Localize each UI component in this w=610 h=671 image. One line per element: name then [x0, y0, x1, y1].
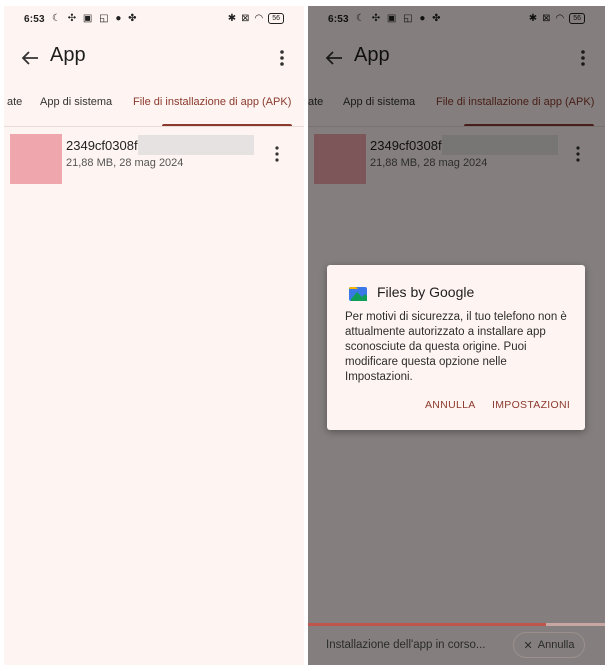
- tab-divider: [4, 126, 304, 127]
- install-status-text: Installazione dell'app in corso...: [326, 639, 486, 651]
- app-bar: App: [4, 36, 304, 86]
- cancel-button[interactable]: ANNULLA: [425, 399, 476, 411]
- cancel-install-button[interactable]: ✕ Annulla: [513, 632, 585, 658]
- file-meta: 21,88 MB, 28 mag 2024: [66, 157, 184, 169]
- screen-app-list: 6:53 ☾ ✣ ▣ ◱ ● ✤ ✱ ⊠ ◠ 56 App ate App di…: [4, 6, 304, 665]
- status-notification-icons: ☾ ✣ ▣ ◱ ● ✤: [52, 13, 139, 24]
- file-list-item[interactable]: 2349cf0308fl 21,88 MB, 28 mag 2024: [4, 132, 304, 188]
- mute-icon: ⊠: [241, 13, 250, 24]
- close-icon: ✕: [523, 639, 533, 652]
- tab-system-apps[interactable]: App di sistema: [40, 96, 112, 108]
- install-progress-bar: [308, 623, 546, 626]
- files-by-google-icon: [349, 287, 367, 301]
- more-vert-icon[interactable]: [270, 144, 284, 164]
- dialog-title: Files by Google: [377, 284, 475, 300]
- more-vert-icon[interactable]: [272, 46, 292, 70]
- screen-install-blocked: 6:53 ☾ ✣ ▣ ◱ ● ✤ ✱ ⊠ ◠ 56 App ate App di…: [308, 6, 605, 665]
- tab-apk-files[interactable]: File di installazione di app (APK): [133, 96, 291, 108]
- install-progress-track: [546, 623, 605, 626]
- battery-indicator: 56: [268, 13, 284, 24]
- page-title: App: [50, 44, 86, 66]
- apk-thumbnail: [10, 134, 62, 184]
- bluetooth-icon: ✱: [227, 13, 237, 24]
- cancel-install-label: Annulla: [537, 639, 575, 651]
- redacted-area: [138, 135, 254, 155]
- tab-updates[interactable]: ate: [7, 96, 22, 108]
- dialog-message: Per motivi di sicurezza, il tuo telefono…: [345, 311, 567, 383]
- file-name: 2349cf0308fl: [66, 138, 141, 153]
- back-arrow-icon[interactable]: [18, 46, 42, 70]
- settings-button[interactable]: IMPOSTAZIONI: [492, 399, 570, 411]
- status-time: 6:53: [24, 14, 45, 25]
- status-bar: 6:53 ☾ ✣ ▣ ◱ ● ✤ ✱ ⊠ ◠ 56: [4, 6, 304, 36]
- security-dialog: Files by Google Per motivi di sicurezza,…: [327, 265, 585, 430]
- status-system-icons: ✱ ⊠ ◠ 56: [228, 13, 284, 24]
- tab-bar: ate App di sistema File di installazione…: [4, 92, 304, 128]
- wifi-icon: ◠: [254, 13, 264, 24]
